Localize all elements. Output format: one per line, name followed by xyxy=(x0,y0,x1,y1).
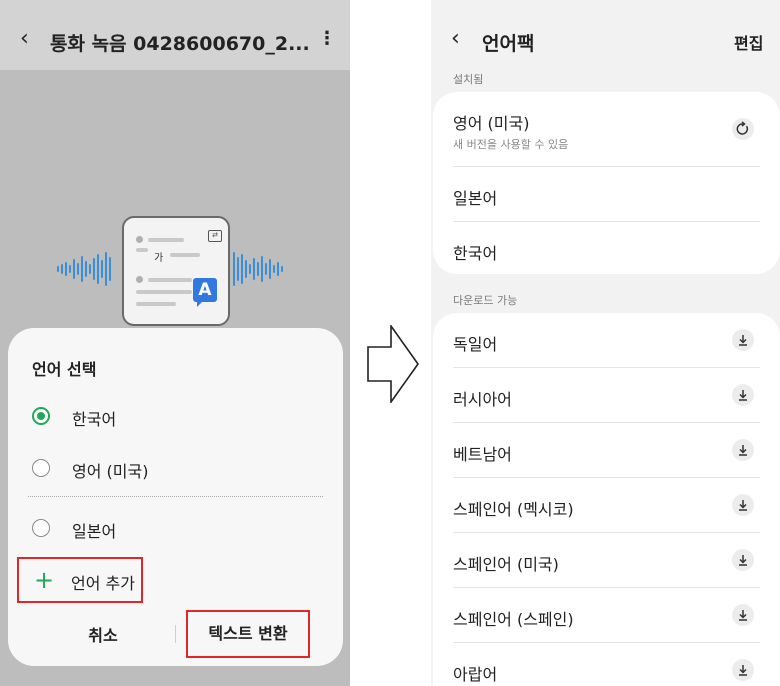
download-icon[interactable] xyxy=(732,604,754,626)
language-label: 아랍어 xyxy=(453,665,498,684)
language-row-spanish-us[interactable]: 스페인어 (미국) xyxy=(433,533,780,588)
language-label: 영어 (미국) xyxy=(453,114,530,133)
language-option-japanese[interactable]: 일본어 xyxy=(8,508,343,548)
transcription-illustration: 가 ⇄ A xyxy=(0,0,350,340)
divider xyxy=(28,496,323,497)
language-row-spanish-mexico[interactable]: 스페인어 (멕시코) xyxy=(433,478,780,533)
language-row-arabic[interactable]: 아랍어 xyxy=(433,643,780,686)
option-label: 한국어 xyxy=(72,410,117,429)
button-divider xyxy=(175,625,176,643)
language-select-sheet: 언어 선택 한국어 영어 (미국) 일본어 + 언어 추가 취소 텍스트 변환 xyxy=(8,328,343,666)
language-row-japanese[interactable]: 일본어 xyxy=(433,167,780,222)
plus-icon: + xyxy=(34,566,55,594)
edit-button[interactable]: 편집 xyxy=(734,30,763,54)
back-icon[interactable]: ‹ xyxy=(451,26,460,51)
document-icon: 가 ⇄ xyxy=(122,216,230,326)
language-label: 러시아어 xyxy=(453,390,512,409)
language-row-german[interactable]: 독일어 xyxy=(433,313,780,368)
right-arrow-icon xyxy=(367,325,419,403)
add-language-button[interactable]: + 언어 추가 xyxy=(17,557,143,603)
download-icon[interactable] xyxy=(732,549,754,571)
radio-selected-icon[interactable] xyxy=(32,407,50,425)
language-label: 한국어 xyxy=(453,244,498,263)
language-option-korean[interactable]: 한국어 xyxy=(8,396,343,436)
update-available-text: 새 버전을 사용할 수 있음 xyxy=(453,138,569,151)
right-screen: ‹ 언어팩 편집 설치됨 영어 (미국) 새 버전을 사용할 수 있음 일본어 … xyxy=(431,0,780,686)
cancel-button[interactable]: 취소 xyxy=(58,622,148,646)
radio-icon[interactable] xyxy=(32,459,50,477)
page-title: 언어팩 xyxy=(482,33,535,55)
convert-text-button[interactable]: 텍스트 변환 xyxy=(186,610,310,658)
language-row-korean[interactable]: 한국어 xyxy=(433,222,780,277)
sound-wave-left-icon xyxy=(57,251,111,287)
language-label: 스페인어 (멕시코) xyxy=(453,500,574,519)
korean-glyph: 가 xyxy=(154,253,164,264)
language-label: 베트남어 xyxy=(453,445,512,464)
download-icon[interactable] xyxy=(732,659,754,681)
installed-section-label: 설치됨 xyxy=(453,73,484,86)
option-label: 일본어 xyxy=(72,522,117,541)
language-option-english[interactable]: 영어 (미국) xyxy=(8,448,343,488)
sound-wave-right-icon xyxy=(233,251,283,287)
option-label: 영어 (미국) xyxy=(72,462,149,481)
download-icon[interactable] xyxy=(732,329,754,351)
add-language-label: 언어 추가 xyxy=(71,574,135,593)
language-label: 스페인어 (스페인) xyxy=(453,610,574,629)
left-screen: ‹ 통화 녹음 0428600670_2... ⋮ 가 ⇄ A 언어 선택 한국… xyxy=(0,0,350,686)
language-row-english[interactable]: 영어 (미국) 새 버전을 사용할 수 있음 xyxy=(433,92,780,167)
installed-card: 영어 (미국) 새 버전을 사용할 수 있음 일본어 한국어 xyxy=(433,92,780,274)
download-icon[interactable] xyxy=(732,439,754,461)
language-row-vietnamese[interactable]: 베트남어 xyxy=(433,423,780,478)
update-icon[interactable] xyxy=(732,118,754,140)
download-icon[interactable] xyxy=(732,384,754,406)
language-label: 일본어 xyxy=(453,189,498,208)
download-icon[interactable] xyxy=(732,494,754,516)
language-label: 스페인어 (미국) xyxy=(453,555,559,574)
available-section-label: 다운로드 가능 xyxy=(453,294,518,307)
sheet-title: 언어 선택 xyxy=(32,360,97,379)
available-card: 독일어 러시아어 베트남어 스페인어 (멕시코) 스페인어 (미국) 스페인어 … xyxy=(433,313,780,686)
translation-badge: A xyxy=(193,278,217,307)
language-row-spanish-spain[interactable]: 스페인어 (스페인) xyxy=(433,588,780,643)
language-label: 독일어 xyxy=(453,335,498,354)
translate-icon: ⇄ xyxy=(208,230,222,242)
radio-icon[interactable] xyxy=(32,519,50,537)
language-row-russian[interactable]: 러시아어 xyxy=(433,368,780,423)
